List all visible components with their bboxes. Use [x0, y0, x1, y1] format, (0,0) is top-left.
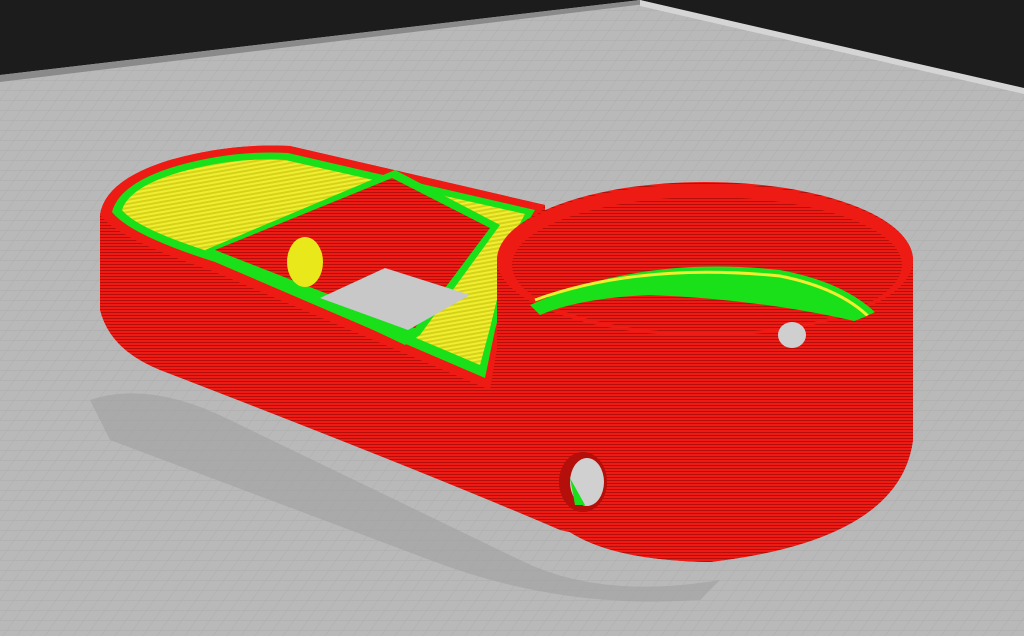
inner-hole [287, 237, 323, 287]
3d-viewport[interactable] [0, 0, 1024, 636]
cylinder-back-hole [778, 322, 806, 348]
scene[interactable] [0, 0, 1024, 636]
